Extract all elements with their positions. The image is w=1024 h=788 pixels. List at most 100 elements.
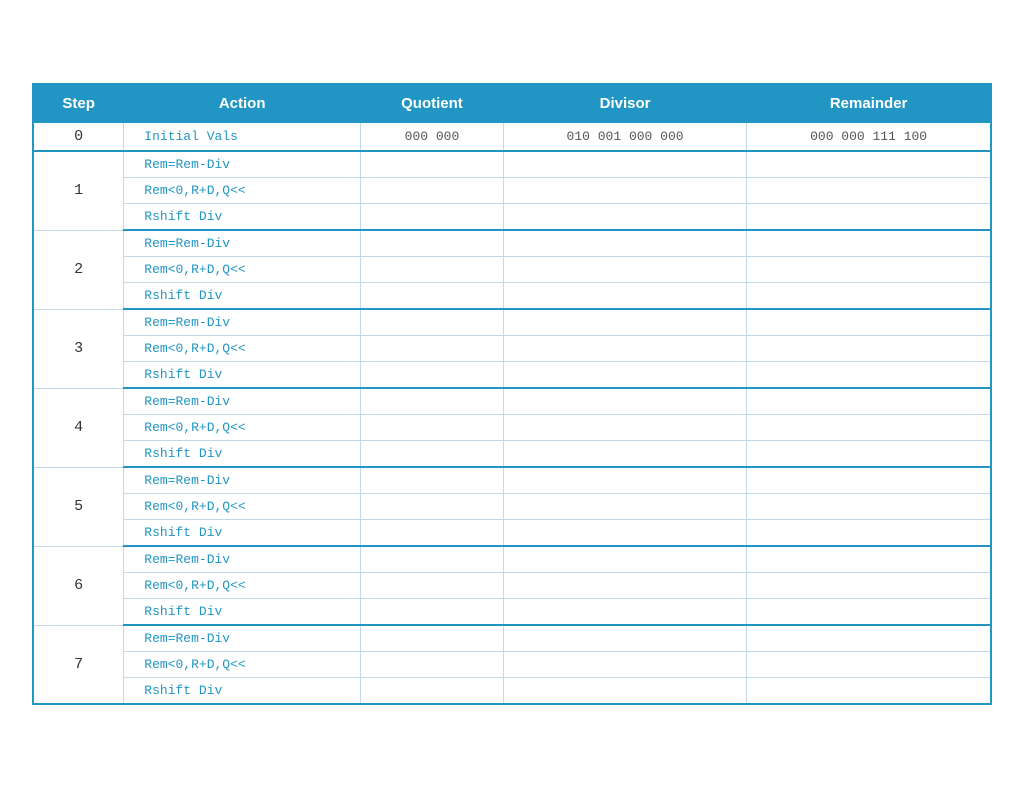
quotient-step-1-0 xyxy=(361,151,504,178)
remainder-step-3-0 xyxy=(747,309,991,336)
quotient-0: 000 000 xyxy=(361,123,504,152)
table-row: Rshift Div xyxy=(33,441,991,468)
table-row: 6Rem=Rem-Div xyxy=(33,546,991,573)
remainder-step-4-1 xyxy=(747,415,991,441)
step-7: 7 xyxy=(33,625,124,704)
quotient-step-1-1 xyxy=(361,178,504,204)
quotient-step-5-0 xyxy=(361,467,504,494)
header-remainder: Remainder xyxy=(747,84,991,123)
remainder-step-6-1 xyxy=(747,573,991,599)
remainder-step-7-2 xyxy=(747,678,991,705)
divisor-step-2-0 xyxy=(503,230,746,257)
remainder-step-7-1 xyxy=(747,652,991,678)
remainder-step-1-0 xyxy=(747,151,991,178)
remainder-step-7-0 xyxy=(747,625,991,652)
quotient-step-6-2 xyxy=(361,599,504,626)
action-step-4-2: Rshift Div xyxy=(124,441,361,468)
divisor-step-2-1 xyxy=(503,257,746,283)
remainder-step-2-2 xyxy=(747,283,991,310)
quotient-step-2-0 xyxy=(361,230,504,257)
header-quotient: Quotient xyxy=(361,84,504,123)
remainder-step-5-2 xyxy=(747,520,991,547)
remainder-step-6-2 xyxy=(747,599,991,626)
table-row: Rshift Div xyxy=(33,520,991,547)
divisor-step-4-0 xyxy=(503,388,746,415)
action-step-7-1: Rem<0,R+D,Q<< xyxy=(124,652,361,678)
divisor-step-6-2 xyxy=(503,599,746,626)
action-step-1-2: Rshift Div xyxy=(124,204,361,231)
header-divisor: Divisor xyxy=(503,84,746,123)
quotient-step-4-1 xyxy=(361,415,504,441)
action-step-5-0: Rem=Rem-Div xyxy=(124,467,361,494)
action-step-5-1: Rem<0,R+D,Q<< xyxy=(124,494,361,520)
remainder-step-1-2 xyxy=(747,204,991,231)
division-table: Step Action Quotient Divisor Remainder 0… xyxy=(32,83,992,705)
table-wrapper: Step Action Quotient Divisor Remainder 0… xyxy=(32,83,992,705)
action-step-6-1: Rem<0,R+D,Q<< xyxy=(124,573,361,599)
step-3: 3 xyxy=(33,309,124,388)
table-row: Rem<0,R+D,Q<< xyxy=(33,257,991,283)
quotient-step-7-0 xyxy=(361,625,504,652)
action-step-1-0: Rem=Rem-Div xyxy=(124,151,361,178)
action-step-7-2: Rshift Div xyxy=(124,678,361,705)
remainder-step-6-0 xyxy=(747,546,991,573)
quotient-step-7-2 xyxy=(361,678,504,705)
action-step-6-2: Rshift Div xyxy=(124,599,361,626)
remainder-0: 000 000 111 100 xyxy=(747,123,991,152)
table-row: Rshift Div xyxy=(33,283,991,310)
divisor-step-1-0 xyxy=(503,151,746,178)
divisor-0: 010 001 000 000 xyxy=(503,123,746,152)
table-row: Rshift Div xyxy=(33,362,991,389)
action-step-7-0: Rem=Rem-Div xyxy=(124,625,361,652)
quotient-step-6-1 xyxy=(361,573,504,599)
table-row: 4Rem=Rem-Div xyxy=(33,388,991,415)
divisor-step-4-1 xyxy=(503,415,746,441)
quotient-step-4-2 xyxy=(361,441,504,468)
divisor-step-7-0 xyxy=(503,625,746,652)
step-5: 5 xyxy=(33,467,124,546)
divisor-step-1-2 xyxy=(503,204,746,231)
table-row: 0 Initial Vals 000 000 010 001 000 000 0… xyxy=(33,123,991,152)
step-2: 2 xyxy=(33,230,124,309)
table-row: 2Rem=Rem-Div xyxy=(33,230,991,257)
quotient-step-6-0 xyxy=(361,546,504,573)
divisor-step-3-2 xyxy=(503,362,746,389)
quotient-step-3-1 xyxy=(361,336,504,362)
divisor-step-6-1 xyxy=(503,573,746,599)
action-step-2-2: Rshift Div xyxy=(124,283,361,310)
divisor-step-7-2 xyxy=(503,678,746,705)
quotient-step-2-2 xyxy=(361,283,504,310)
divisor-step-7-1 xyxy=(503,652,746,678)
action-step-4-1: Rem<0,R+D,Q<< xyxy=(124,415,361,441)
divisor-step-1-1 xyxy=(503,178,746,204)
remainder-step-2-1 xyxy=(747,257,991,283)
divisor-step-3-1 xyxy=(503,336,746,362)
action-initial: Initial Vals xyxy=(124,123,361,152)
quotient-step-7-1 xyxy=(361,652,504,678)
header-action: Action xyxy=(124,84,361,123)
divisor-step-3-0 xyxy=(503,309,746,336)
action-step-2-0: Rem=Rem-Div xyxy=(124,230,361,257)
remainder-step-4-2 xyxy=(747,441,991,468)
remainder-step-5-1 xyxy=(747,494,991,520)
remainder-step-5-0 xyxy=(747,467,991,494)
divisor-step-5-2 xyxy=(503,520,746,547)
table-row: Rem<0,R+D,Q<< xyxy=(33,336,991,362)
table-row: Rem<0,R+D,Q<< xyxy=(33,178,991,204)
header-row: Step Action Quotient Divisor Remainder xyxy=(33,84,991,123)
table-row: Rshift Div xyxy=(33,678,991,705)
step-0: 0 xyxy=(33,123,124,152)
table-row: Rem<0,R+D,Q<< xyxy=(33,415,991,441)
step-6: 6 xyxy=(33,546,124,625)
remainder-step-3-1 xyxy=(747,336,991,362)
remainder-step-4-0 xyxy=(747,388,991,415)
quotient-step-5-2 xyxy=(361,520,504,547)
action-step-2-1: Rem<0,R+D,Q<< xyxy=(124,257,361,283)
divisor-step-5-0 xyxy=(503,467,746,494)
quotient-step-3-0 xyxy=(361,309,504,336)
action-step-5-2: Rshift Div xyxy=(124,520,361,547)
quotient-step-5-1 xyxy=(361,494,504,520)
table-row: 7Rem=Rem-Div xyxy=(33,625,991,652)
action-step-3-1: Rem<0,R+D,Q<< xyxy=(124,336,361,362)
quotient-step-4-0 xyxy=(361,388,504,415)
